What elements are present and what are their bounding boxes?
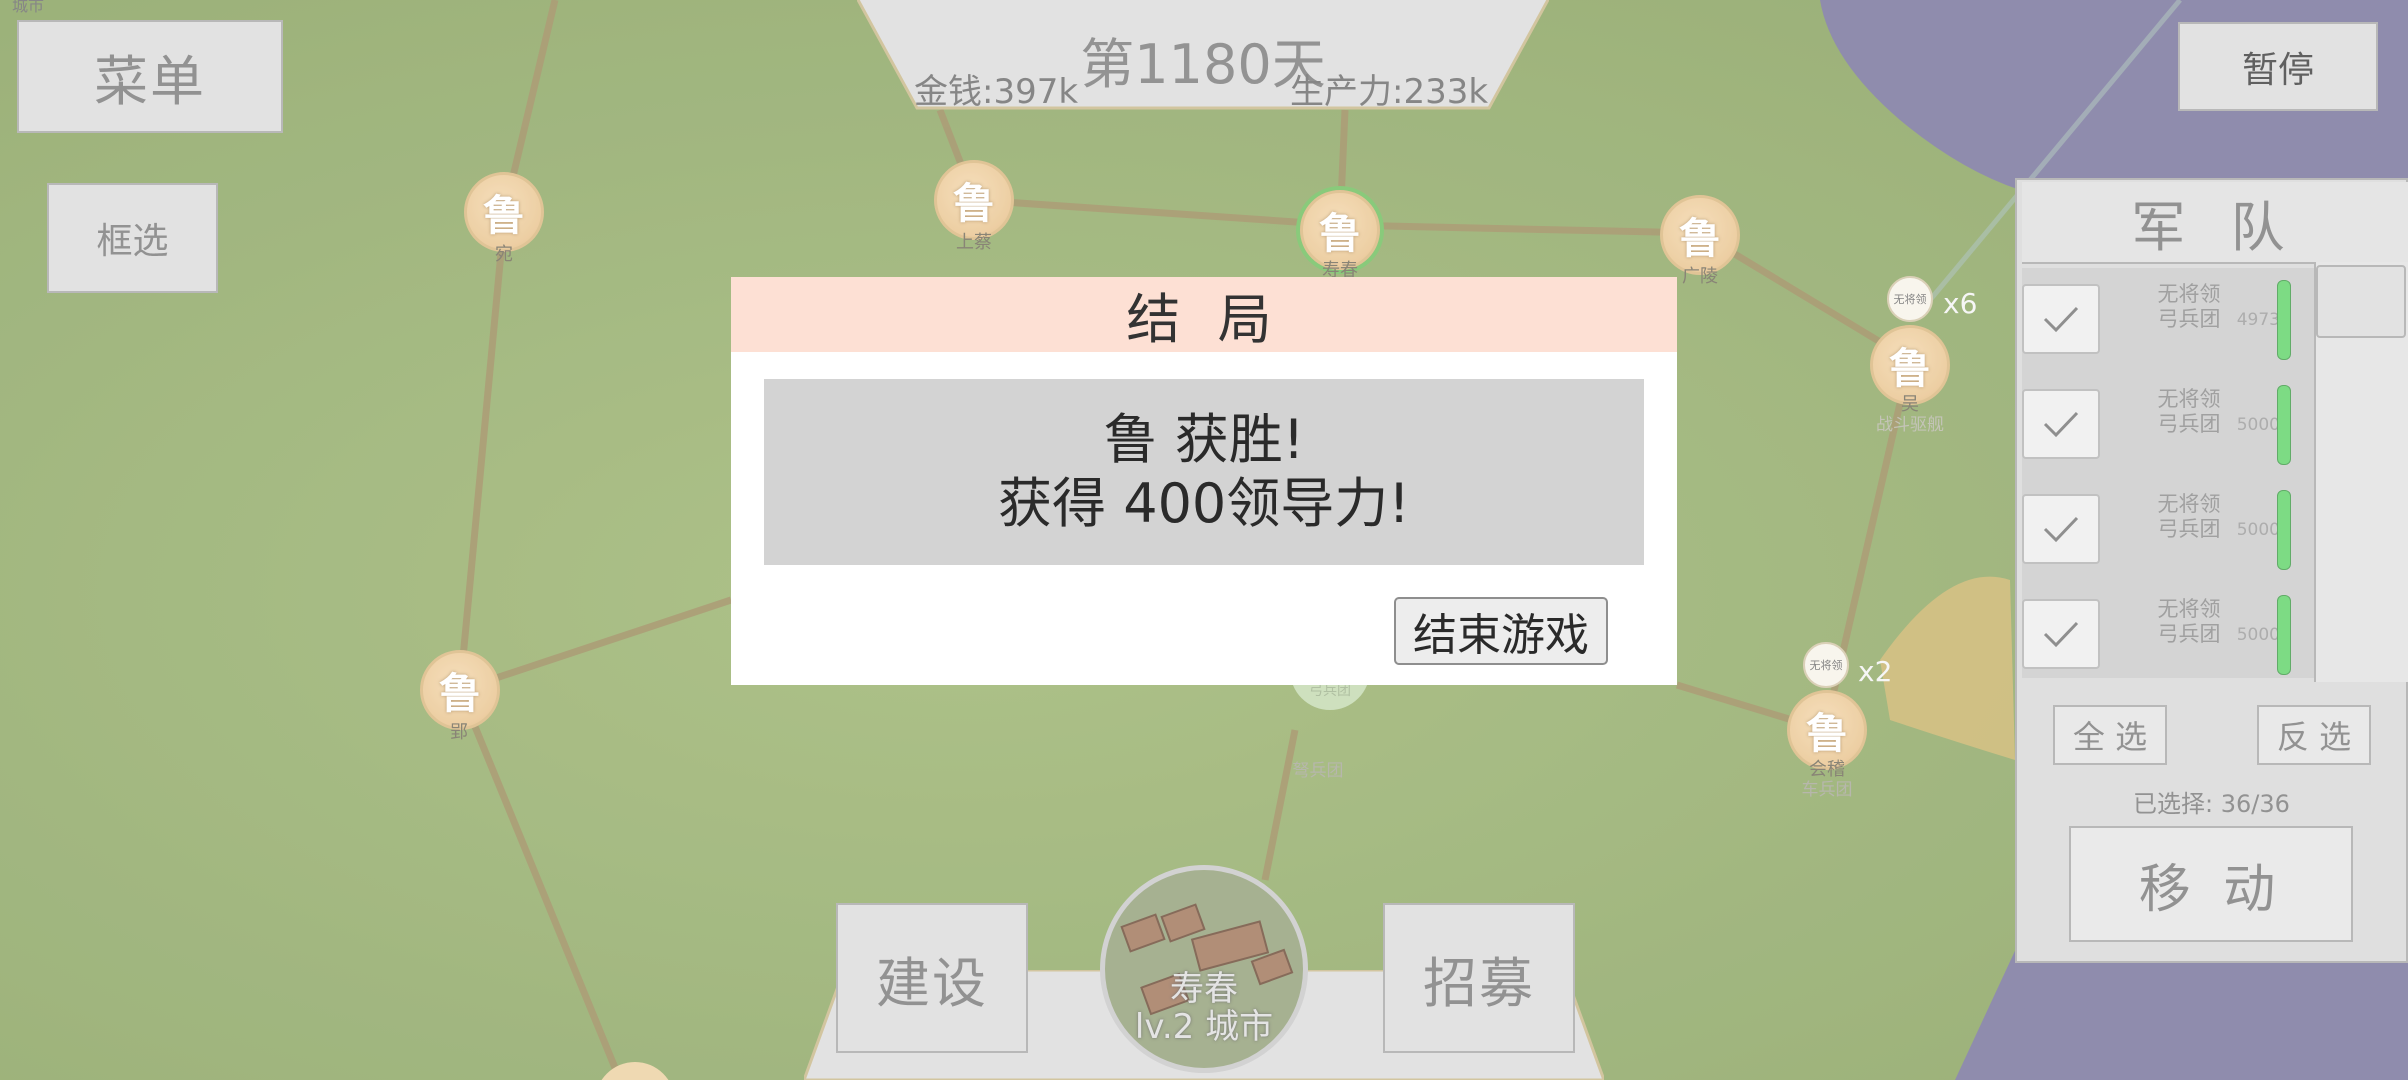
reward-line: 获得 400领导力! bbox=[998, 472, 1410, 535]
dialog-header: 结 局 bbox=[731, 277, 1677, 352]
game-over-dialog: 结 局 鲁 获胜! 获得 400领导力! 结束游戏 bbox=[731, 277, 1677, 685]
dialog-message: 鲁 获胜! 获得 400领导力! bbox=[764, 379, 1644, 565]
end-game-label: 结束游戏 bbox=[1413, 610, 1589, 661]
victory-line: 鲁 获胜! bbox=[1103, 408, 1305, 471]
dialog-title: 结 局 bbox=[1126, 288, 1282, 351]
game-stage: 菜单 框选 城市 暂停 第1180天 金钱:397k 生产力:233k 鲁 宛 … bbox=[0, 0, 2408, 1080]
end-game-button[interactable]: 结束游戏 bbox=[1394, 597, 1608, 665]
